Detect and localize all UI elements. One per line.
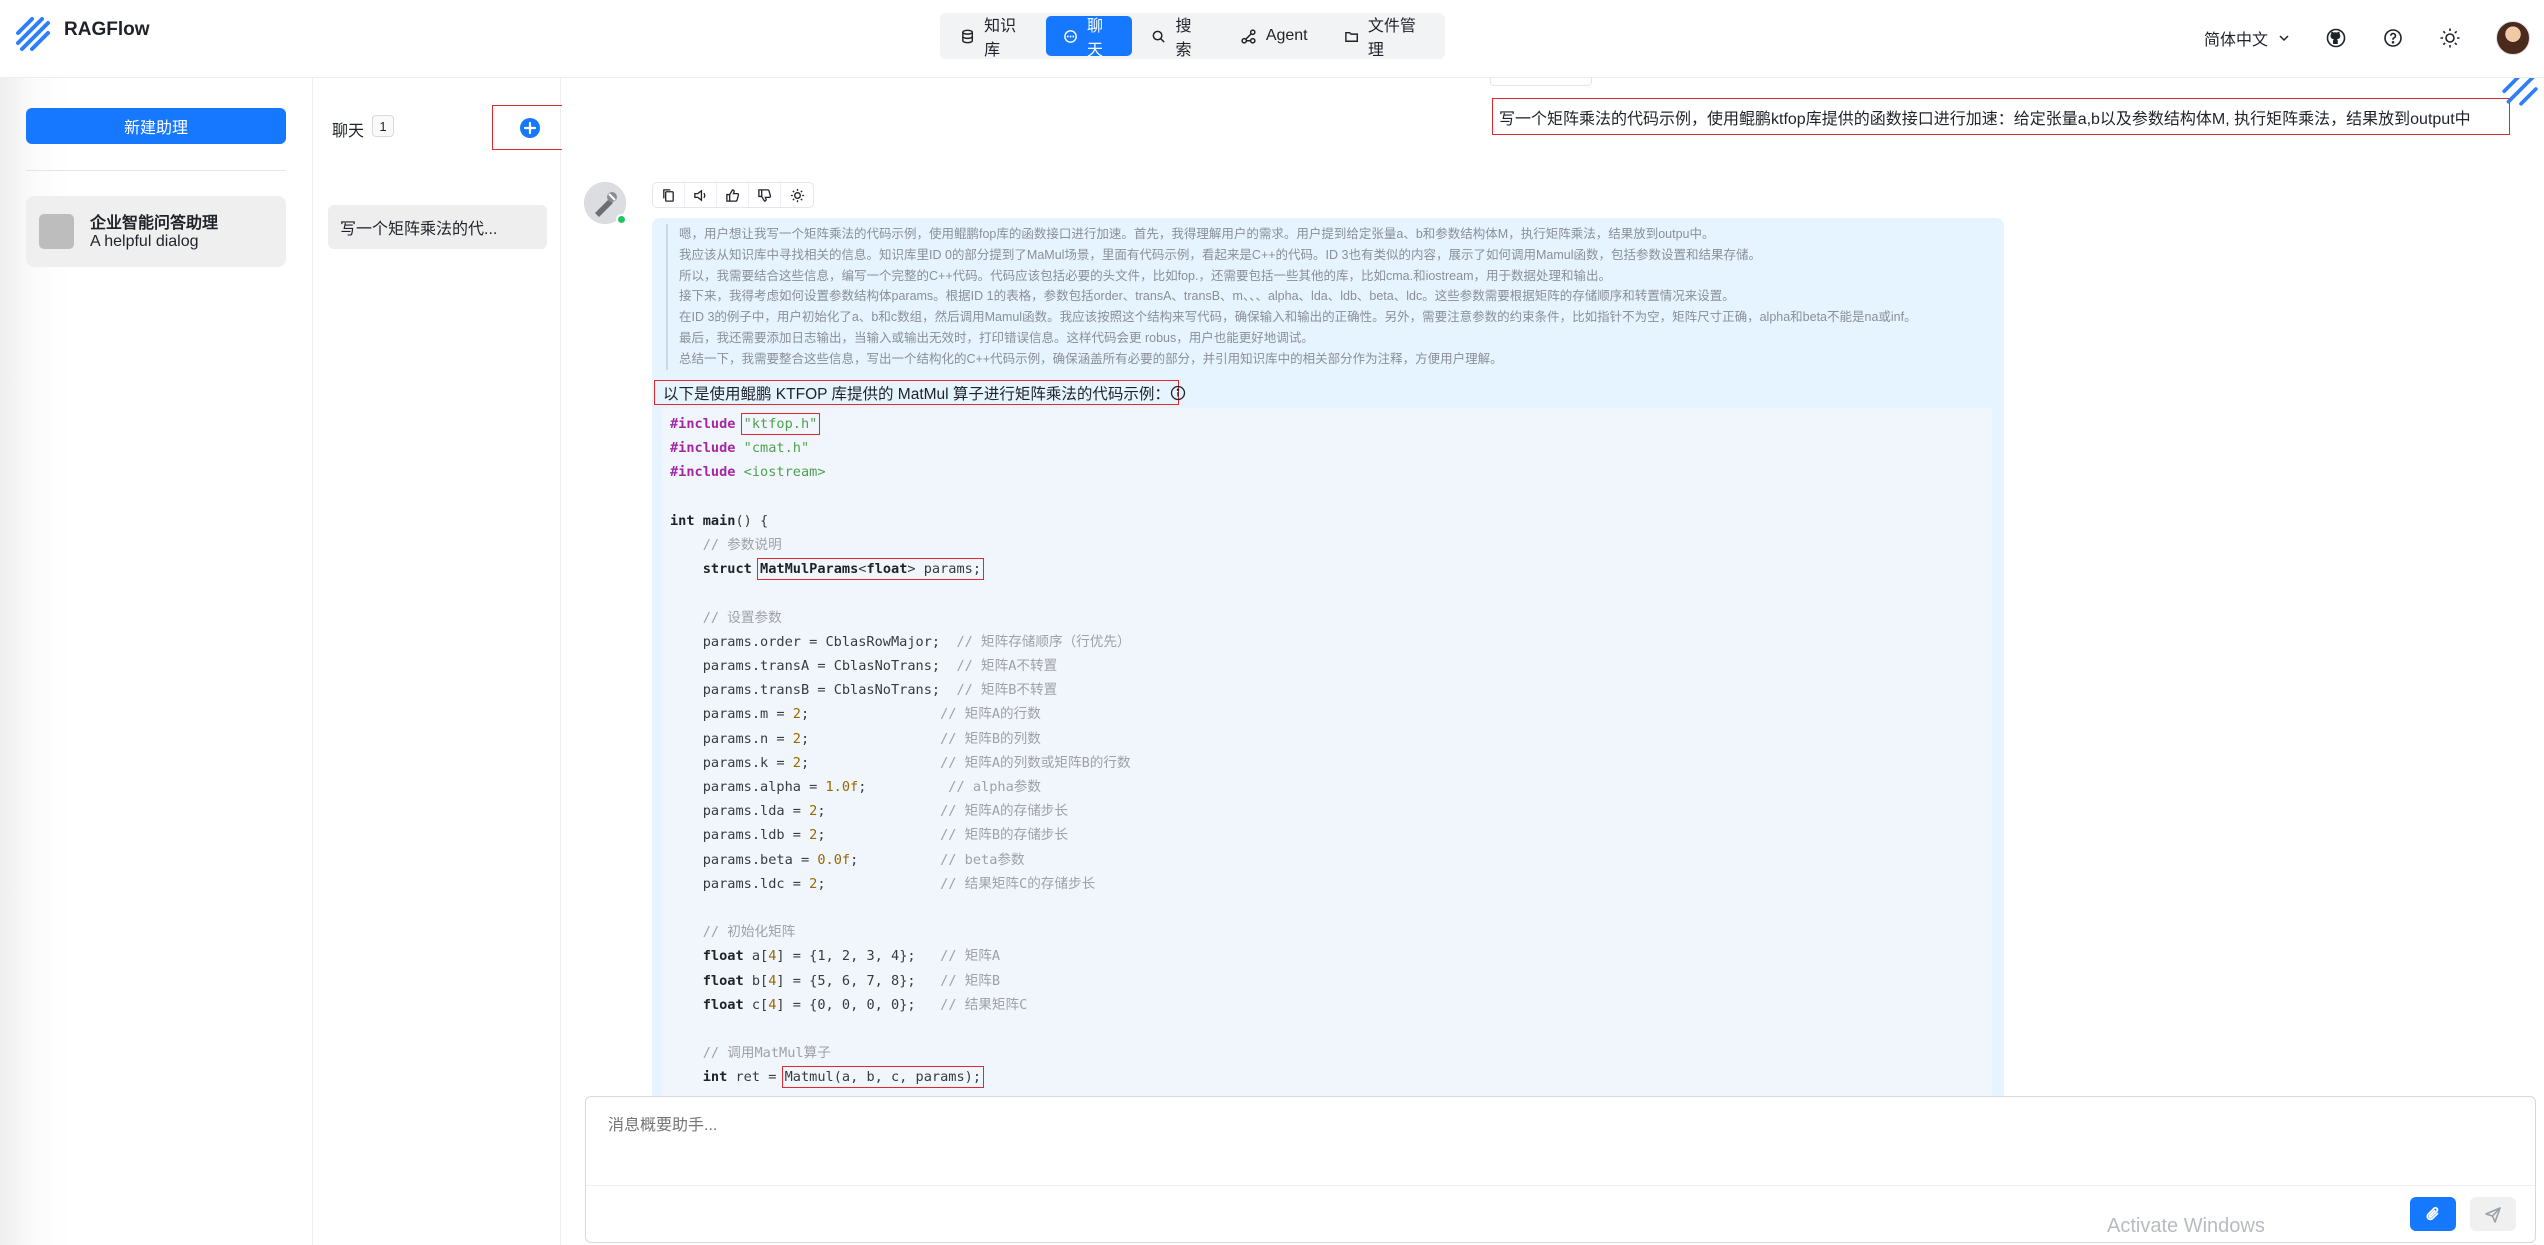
answer-intro: 以下是使用鲲鹏 KTFOP 库提供的 MatMul 算子进行矩阵乘法的代码示例： — [654, 380, 1179, 405]
thumbs-down-button[interactable] — [749, 183, 781, 207]
database-icon — [962, 29, 974, 43]
nav-label: 搜索 — [1175, 18, 1192, 59]
assistant-sidebar: 新建助理 企业智能问答助理 A helpful dialog — [0, 78, 313, 1245]
online-status-dot — [616, 214, 627, 225]
thinking-line: 接下来，我得考虑如何设置参数结构体params。根据ID 1的表格，参数包括or… — [679, 289, 1735, 304]
code-block: #include "ktfop.h" #include "cmat.h" #in… — [662, 408, 1992, 1198]
user-message: 写一个矩阵乘法的代码示例，使用鲲鹏ktfop库提供的函数接口进行加速：给定张量a… — [1492, 98, 2510, 135]
message-toolbar — [652, 182, 814, 208]
prompt-button[interactable] — [781, 183, 813, 207]
user-message-toolbar[interactable] — [1490, 78, 1592, 86]
code-content: #include "ktfop.h" #include "cmat.h" #in… — [670, 413, 1131, 1089]
attach-file-button[interactable] — [2410, 1197, 2456, 1231]
thinking-line: 总结一下，我需要整合这些信息，写出一个结构化的C++代码示例，确保涵盖所有必要的… — [679, 351, 1503, 366]
ragflow-logo-icon[interactable] — [14, 15, 52, 53]
main-nav: 知识库 聊天 搜索 Agent 文件管理 — [940, 13, 1445, 59]
nav-label: 文件管理 — [1367, 18, 1416, 59]
conversation-list-title: 聊天 — [332, 123, 365, 140]
info-icon[interactable] — [1170, 385, 1186, 401]
search-icon — [1152, 30, 1166, 43]
paperclip-icon — [2426, 1206, 2439, 1221]
thumbs-down-icon — [758, 188, 772, 202]
assistant-card[interactable]: 企业智能问答助理 A helpful dialog — [26, 196, 286, 267]
add-conversation-button[interactable] — [492, 105, 567, 150]
thinking-line: 所以，我需要结合这些信息，编写一个完整的C++代码。代码应该包括必要的头文件，比… — [679, 268, 1611, 283]
nav-chat[interactable]: 聊天 — [1045, 16, 1133, 59]
nav-search[interactable]: 搜索 — [1134, 16, 1220, 59]
thumbs-up-button[interactable] — [717, 183, 749, 207]
folder-icon — [1344, 31, 1358, 42]
new-assistant-button[interactable]: 新建助理 — [26, 108, 286, 144]
nav-knowledge-base[interactable]: 知识库 — [943, 16, 1044, 59]
chat-panel: 写一个矩阵乘法的代码示例，使用鲲鹏ktfop库提供的函数接口进行加速：给定张量a… — [562, 78, 2544, 1245]
thinking-line: 在ID 3的例子中，用户初始化了a、b和c数组，然后调用Mamul函数。我应该按… — [679, 310, 1917, 325]
theme-toggle-sun-icon[interactable] — [2439, 27, 2461, 49]
language-selector[interactable]: 简体中文 — [2204, 26, 2291, 50]
sidebar-divider — [26, 170, 286, 171]
plus-circle-icon — [519, 117, 540, 138]
conversation-count-badge: 1 — [372, 115, 394, 137]
copy-button[interactable] — [653, 183, 685, 207]
user-avatar[interactable] — [2496, 21, 2530, 55]
read-aloud-button[interactable] — [685, 183, 717, 207]
assistant-avatar — [39, 214, 74, 249]
thinking-line: 嗯，用户想让我写一个矩阵乘法的代码示例，使用鲲鹏fop库的函数接口进行加速。首先… — [679, 227, 1715, 241]
github-icon[interactable] — [2325, 27, 2347, 49]
help-icon[interactable] — [2382, 27, 2404, 49]
nav-agent[interactable]: Agent — [1223, 16, 1325, 56]
thinking-block: 嗯，用户想让我写一个矩阵乘法的代码示例，使用鲲鹏fop库的函数接口进行加速。首先… — [666, 224, 1992, 370]
assistant-description: A helpful dialog — [90, 233, 199, 250]
topbar-right: 简体中文 — [2204, 0, 2544, 76]
chevron-down-icon — [2279, 35, 2289, 42]
thinking-line: 最后，我还需要添加日志输出，当输入或输出无效时，打印错误信息。这样代码会更 ro… — [679, 330, 1314, 345]
nav-label: 聊天 — [1086, 18, 1103, 59]
send-button[interactable] — [2470, 1197, 2516, 1231]
conversation-list: 聊天 1 写一个矩阵乘法的代... — [314, 78, 567, 1245]
activate-windows-watermark: Activate Windows — [2107, 1215, 2265, 1237]
composer-divider — [586, 1185, 2535, 1186]
top-bar: RAGFlow 知识库 聊天 搜索 Agent 文件管理 简体中文 — [0, 0, 2544, 78]
assistant-name: 企业智能问答助理 — [90, 215, 219, 232]
lightbulb-icon — [790, 188, 804, 202]
thumbs-up-icon — [726, 188, 740, 202]
copy-icon — [663, 188, 674, 202]
language-label: 简体中文 — [2203, 32, 2268, 49]
send-icon — [2485, 1207, 2501, 1223]
chat-icon — [1064, 29, 1077, 43]
message-input[interactable] — [608, 1117, 2208, 1135]
nav-label: 知识库 — [984, 18, 1017, 59]
speaker-icon — [694, 189, 706, 201]
agent-icon — [1241, 28, 1256, 44]
assistant-message-bubble: 嗯，用户想让我写一个矩阵乘法的代码示例，使用鲲鹏fop库的函数接口进行加速。首先… — [652, 218, 2004, 1198]
thinking-line: 我应该从知识库中寻找相关的信息。知识库里ID 0的部分提到了MaMul场景，里面… — [679, 247, 1761, 262]
user-message-avatar-icon — [2502, 78, 2538, 106]
conversation-item[interactable]: 写一个矩阵乘法的代... — [328, 205, 547, 249]
brand-name[interactable]: RAGFlow — [64, 19, 150, 41]
nav-label: Agent — [1265, 27, 1308, 44]
nav-file-management[interactable]: 文件管理 — [1327, 16, 1442, 59]
